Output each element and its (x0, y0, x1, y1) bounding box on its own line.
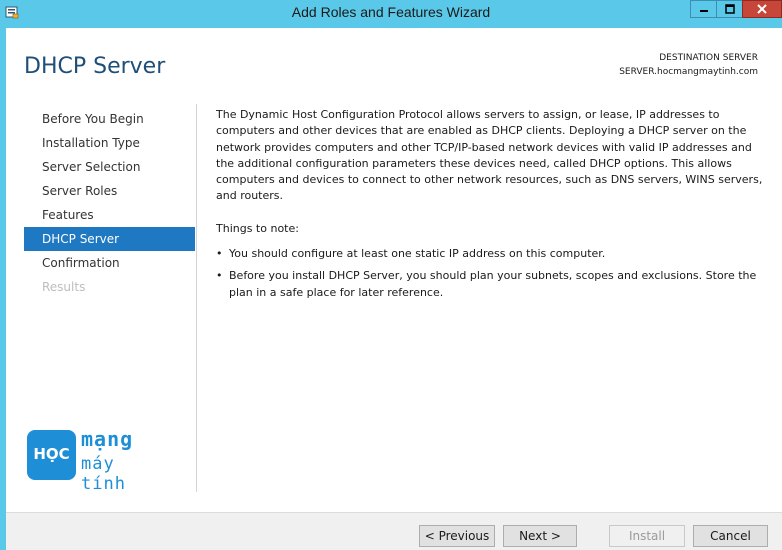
cancel-button[interactable]: Cancel (693, 525, 768, 547)
wizard-content: DHCP Server DESTINATION SERVER SERVER.ho… (6, 28, 782, 512)
nav-divider (196, 104, 197, 492)
maximize-icon (724, 4, 735, 14)
nav-item-confirmation[interactable]: Confirmation (24, 251, 195, 275)
watermark-logo: HỌC mạng máy tính (25, 427, 165, 494)
logo-text-hoc: HỌC (33, 445, 70, 463)
wizard-nav: Before You Begin Installation Type Serve… (24, 107, 195, 299)
next-button[interactable]: Next > (503, 525, 577, 547)
main-panel: The Dynamic Host Configuration Protocol … (216, 107, 764, 307)
nav-item-installation-type[interactable]: Installation Type (24, 131, 195, 155)
dhcp-description: The Dynamic Host Configuration Protocol … (216, 108, 763, 203)
destination-server-name: SERVER.hocmangmaytinh.com (619, 67, 758, 77)
install-button: Install (609, 525, 685, 547)
note-item: Before you install DHCP Server, you shou… (216, 268, 764, 301)
note-item: You should configure at least one static… (216, 246, 764, 263)
destination-server-label: DESTINATION SERVER (659, 53, 758, 63)
nav-item-server-roles[interactable]: Server Roles (24, 179, 195, 203)
notes-list: You should configure at least one static… (216, 246, 764, 301)
logo-text-mang: mạng (81, 427, 134, 451)
nav-item-server-selection[interactable]: Server Selection (24, 155, 195, 179)
close-icon (757, 4, 767, 14)
notes-title: Things to note: (216, 221, 299, 235)
window-title: Add Roles and Features Wizard (291, 4, 491, 20)
nav-item-dhcp-server[interactable]: DHCP Server (24, 227, 195, 251)
title-bar[interactable]: Add Roles and Features Wizard (0, 0, 782, 28)
close-button[interactable] (742, 0, 782, 18)
page-title: DHCP Server (24, 54, 166, 79)
nav-item-before-you-begin[interactable]: Before You Begin (24, 107, 195, 131)
nav-item-features[interactable]: Features (24, 203, 195, 227)
logo-text-maytinh: máy tính (81, 454, 126, 494)
minimize-button[interactable] (690, 0, 717, 18)
wizard-window: Add Roles and Features Wizard DHCP Serve… (0, 0, 782, 550)
wizard-footer: < Previous Next > Install Cancel (6, 512, 782, 550)
minimize-icon (699, 10, 708, 12)
previous-button[interactable]: < Previous (419, 525, 495, 547)
maximize-button[interactable] (716, 0, 743, 18)
nav-item-results: Results (42, 280, 86, 294)
